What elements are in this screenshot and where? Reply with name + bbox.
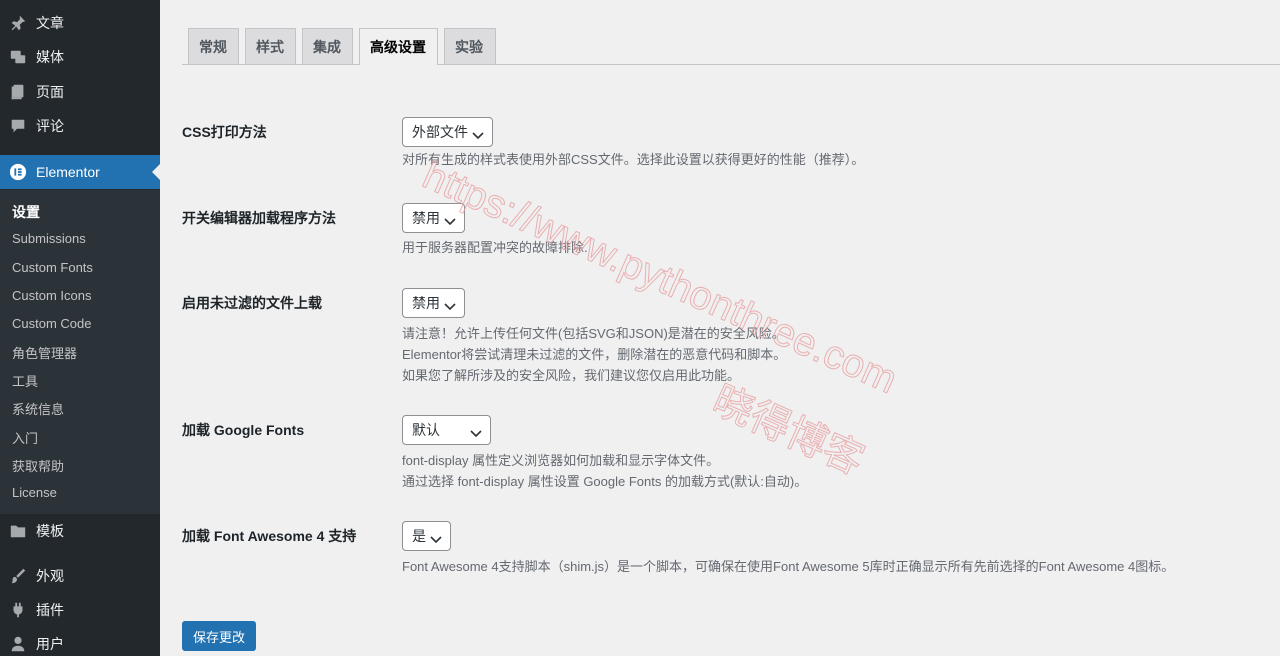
admin-sidebar: 文章 媒体 页面 评论 Elementor 设置 Submissions Cus… — [0, 0, 160, 656]
menu-item-templates[interactable]: 模板 — [0, 514, 160, 548]
plugin-icon — [8, 600, 28, 620]
tab-advanced[interactable]: 高级设置 — [359, 28, 438, 65]
menu-label: 页面 — [36, 84, 64, 100]
chevron-down-icon — [444, 298, 456, 311]
google-fonts-select[interactable]: 默认 — [402, 415, 491, 445]
submenu-item-role-manager[interactable]: 角色管理器 — [12, 343, 77, 362]
media-icon — [8, 47, 28, 67]
menu-label: 评论 — [36, 118, 64, 134]
description-line: 如果您了解所涉及的安全风险，我们建议您仅启用此功能。 — [402, 368, 741, 383]
select-value: 外部文件 — [412, 124, 468, 140]
font-awesome-label: 加载 Font Awesome 4 支持 — [182, 528, 357, 544]
submenu-item-system-info[interactable]: 系统信息 — [12, 399, 64, 418]
submenu-item-submissions[interactable]: Submissions — [12, 231, 86, 246]
submenu-item-tools[interactable]: 工具 — [12, 371, 38, 390]
menu-item-plugins[interactable]: 插件 — [0, 593, 160, 627]
css-print-method-label: CSS打印方法 — [182, 124, 267, 140]
menu-label: 媒体 — [36, 49, 64, 65]
description-line: Elementor将尝试清理未过滤的文件，删除潜在的恶意代码和脚本。 — [402, 347, 787, 362]
menu-label: 插件 — [36, 602, 64, 618]
submenu-item-custom-code[interactable]: Custom Code — [12, 316, 91, 331]
css-print-method-select[interactable]: 外部文件 — [402, 117, 493, 147]
menu-item-comments[interactable]: 评论 — [0, 109, 160, 143]
unfiltered-upload-label: 启用未过滤的文件上载 — [182, 295, 322, 311]
elementor-submenu: 设置 Submissions Custom Fonts Custom Icons… — [0, 190, 160, 514]
description-line: Font Awesome 4支持脚本（shim.js）是一个脚本，可确保在使用F… — [402, 559, 1175, 574]
description-line: 对所有生成的样式表使用外部CSS文件。选择此设置以获得更好的性能（推荐）。 — [402, 152, 865, 167]
submenu-item-getting-started[interactable]: 入门 — [12, 428, 38, 447]
elementor-icon — [8, 162, 28, 182]
menu-label: 文章 — [36, 15, 64, 31]
css-print-method-description: 对所有生成的样式表使用外部CSS文件。选择此设置以获得更好的性能（推荐）。 — [402, 149, 864, 170]
font-awesome-description: Font Awesome 4支持脚本（shim.js）是一个脚本，可确保在使用F… — [402, 556, 1174, 577]
chevron-down-icon — [444, 213, 456, 226]
menu-item-media[interactable]: 媒体 — [0, 40, 160, 74]
editor-loader-select[interactable]: 禁用 — [402, 203, 465, 233]
google-fonts-label: 加载 Google Fonts — [182, 422, 305, 438]
select-value: 是 — [412, 528, 426, 544]
pin-icon — [8, 13, 28, 33]
description-line: 请注意！允许上传任何文件(包括SVG和JSON)是潜在的安全风险。 — [402, 326, 785, 341]
menu-label: 模板 — [36, 523, 64, 539]
tab-integrations[interactable]: 集成 — [302, 28, 353, 64]
description-line: 通过选择 font-display 属性设置 Google Fonts 的加载方… — [402, 474, 808, 489]
submenu-item-custom-icons[interactable]: Custom Icons — [12, 288, 91, 303]
menu-label: 外观 — [36, 568, 64, 584]
tab-general[interactable]: 常规 — [188, 28, 239, 64]
menu-item-users[interactable]: 用户 — [0, 627, 160, 656]
page-icon — [8, 82, 28, 102]
chevron-down-icon — [430, 531, 442, 544]
submenu-item-settings[interactable]: 设置 — [12, 202, 40, 222]
unfiltered-upload-select[interactable]: 禁用 — [402, 288, 465, 318]
menu-item-appearance[interactable]: 外观 — [0, 559, 160, 593]
unfiltered-upload-description: 请注意！允许上传任何文件(包括SVG和JSON)是潜在的安全风险。 Elemen… — [402, 323, 786, 386]
chevron-down-icon — [470, 425, 482, 438]
font-awesome-select[interactable]: 是 — [402, 521, 451, 551]
submenu-item-get-help[interactable]: 获取帮助 — [12, 456, 64, 475]
description-line: font-display 属性定义浏览器如何加载和显示字体文件。 — [402, 453, 720, 468]
comment-icon — [8, 116, 28, 136]
submenu-item-custom-fonts[interactable]: Custom Fonts — [12, 260, 93, 275]
menu-item-posts[interactable]: 文章 — [0, 6, 160, 40]
menu-item-elementor[interactable]: Elementor — [0, 155, 160, 189]
save-changes-button[interactable]: 保存更改 — [182, 621, 256, 651]
settings-tabs: 常规 样式 集成 高级设置 实验 — [182, 28, 1280, 65]
user-icon — [8, 634, 28, 654]
editor-loader-description: 用于服务器配置冲突的故障排除. — [402, 237, 588, 258]
menu-label: Elementor — [36, 164, 100, 180]
tab-style[interactable]: 样式 — [245, 28, 296, 64]
tab-experiments[interactable]: 实验 — [444, 28, 496, 64]
submenu-item-license[interactable]: License — [12, 485, 57, 500]
google-fonts-description: font-display 属性定义浏览器如何加载和显示字体文件。 通过选择 fo… — [402, 450, 807, 492]
select-value: 禁用 — [412, 210, 440, 226]
editor-loader-label: 开关编辑器加载程序方法 — [182, 210, 336, 226]
select-value: 默认 — [412, 422, 440, 438]
select-value: 禁用 — [412, 295, 440, 311]
description-line: 用于服务器配置冲突的故障排除. — [402, 240, 588, 255]
menu-label: 用户 — [36, 636, 64, 652]
menu-item-pages[interactable]: 页面 — [0, 75, 160, 109]
brush-icon — [8, 566, 28, 586]
chevron-down-icon — [472, 127, 484, 140]
folder-icon — [8, 521, 28, 541]
